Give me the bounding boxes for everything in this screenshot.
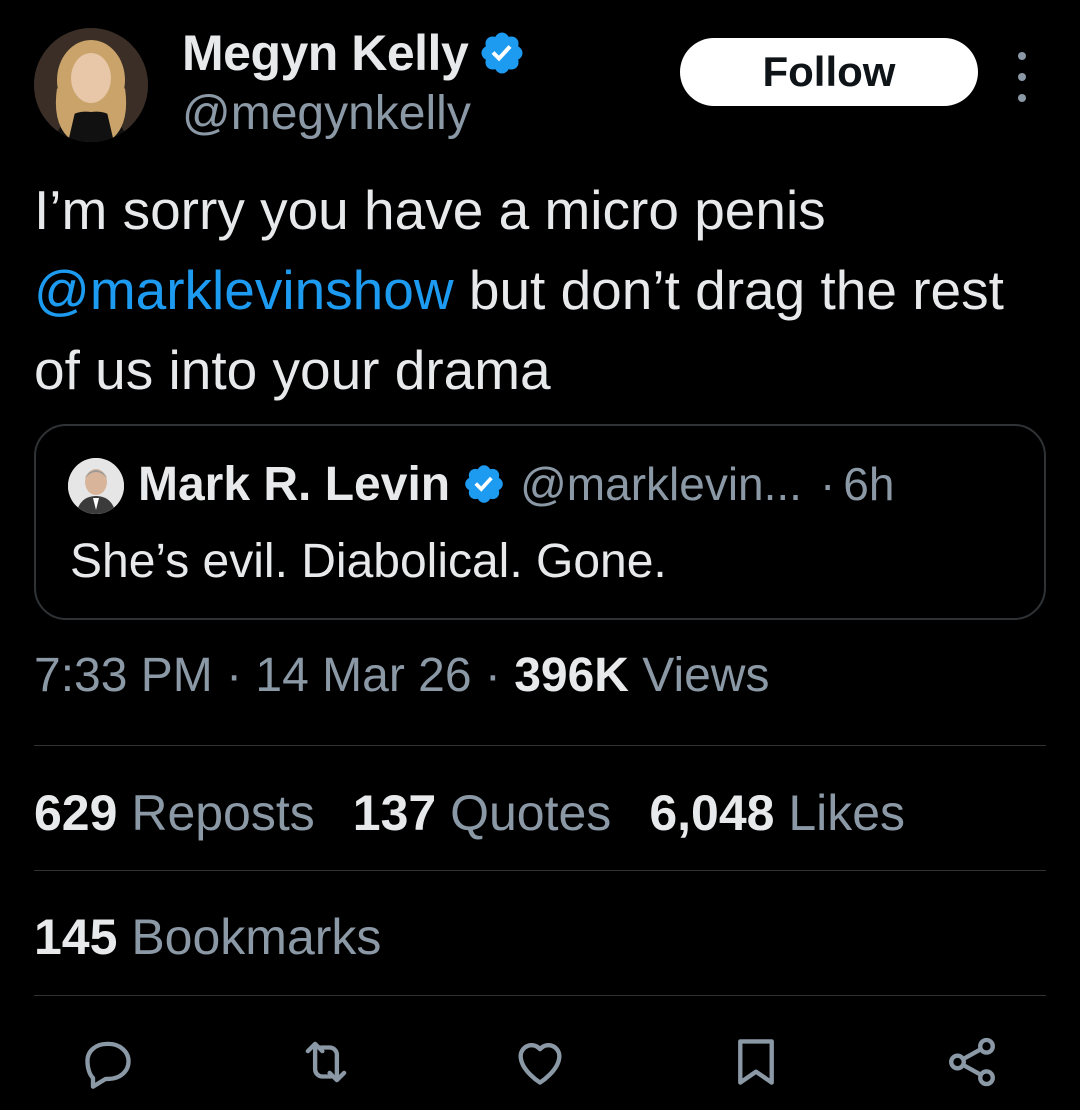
separator-dot: · — [212, 649, 256, 702]
tweet-date[interactable]: 14 Mar 26 — [255, 649, 471, 702]
engagement-stats: 629 Reposts 137 Quotes 6,048 Likes — [34, 784, 905, 842]
divider — [34, 995, 1046, 996]
quotes-count: 137 — [352, 785, 437, 841]
tweet-meta: 7:33 PM · 14 Mar 26 · 396K Views — [34, 648, 769, 703]
tweet-text-part: I’m sorry you have a micro penis — [34, 179, 826, 241]
action-bar — [0, 1030, 1080, 1100]
reposts-count: 629 — [34, 785, 118, 841]
separator-dot: · — [819, 458, 836, 510]
tweet-header: Megyn Kelly @megynkelly Follow — [34, 22, 1046, 142]
quoted-text: She’s evil. Diabolical. Gone. — [70, 535, 667, 588]
like-icon[interactable] — [508, 1030, 572, 1094]
quoted-header: Mark R. Levin @marklevin... · 6h — [138, 454, 1014, 514]
bookmarks-count: 145 — [34, 909, 118, 965]
author-handle[interactable]: @megynkelly — [182, 86, 471, 141]
tweet-detail: Megyn Kelly @megynkelly Follow I’m sorry… — [0, 0, 1080, 1110]
quoted-avatar — [68, 458, 124, 514]
divider — [34, 745, 1046, 746]
verified-badge-icon — [481, 32, 523, 74]
reply-icon[interactable] — [76, 1030, 140, 1094]
likes-label: Likes — [774, 785, 906, 841]
bookmark-icon[interactable] — [724, 1030, 788, 1094]
share-icon[interactable] — [940, 1030, 1004, 1094]
quoted-tweet-card[interactable]: Mark R. Levin @marklevin... · 6h She’s e… — [34, 424, 1046, 620]
quotes-stat[interactable]: 137 Quotes — [353, 784, 612, 842]
repost-icon[interactable] — [294, 1030, 358, 1094]
avatar[interactable] — [34, 28, 148, 142]
quotes-label: Quotes — [436, 785, 612, 841]
bookmarks-stat[interactable]: 145 Bookmarks — [34, 908, 381, 966]
quoted-handle: @marklevin... — [520, 458, 802, 510]
quoted-time: 6h — [843, 458, 895, 510]
quoted-display-name: Mark R. Levin — [138, 457, 451, 511]
views-count: 396K — [514, 649, 629, 702]
mention-link[interactable]: @marklevinshow — [34, 259, 454, 321]
reposts-label: Reposts — [117, 785, 315, 841]
tweet-text: I’m sorry you have a micro penis @markle… — [34, 170, 1044, 410]
follow-button[interactable]: Follow — [680, 38, 978, 106]
likes-stat[interactable]: 6,048 Likes — [649, 784, 905, 842]
bookmarks-label: Bookmarks — [117, 909, 382, 965]
tweet-time[interactable]: 7:33 PM — [34, 649, 213, 702]
reposts-stat[interactable]: 629 Reposts — [34, 784, 315, 842]
more-options-icon[interactable] — [1010, 52, 1034, 102]
verified-badge-icon — [465, 465, 503, 503]
separator-dot: · — [471, 649, 515, 702]
views-label: Views — [628, 649, 770, 702]
likes-count: 6,048 — [649, 785, 775, 841]
display-name-text: Megyn Kelly — [182, 25, 469, 81]
display-name[interactable]: Megyn Kelly — [182, 24, 526, 82]
divider — [34, 870, 1046, 871]
